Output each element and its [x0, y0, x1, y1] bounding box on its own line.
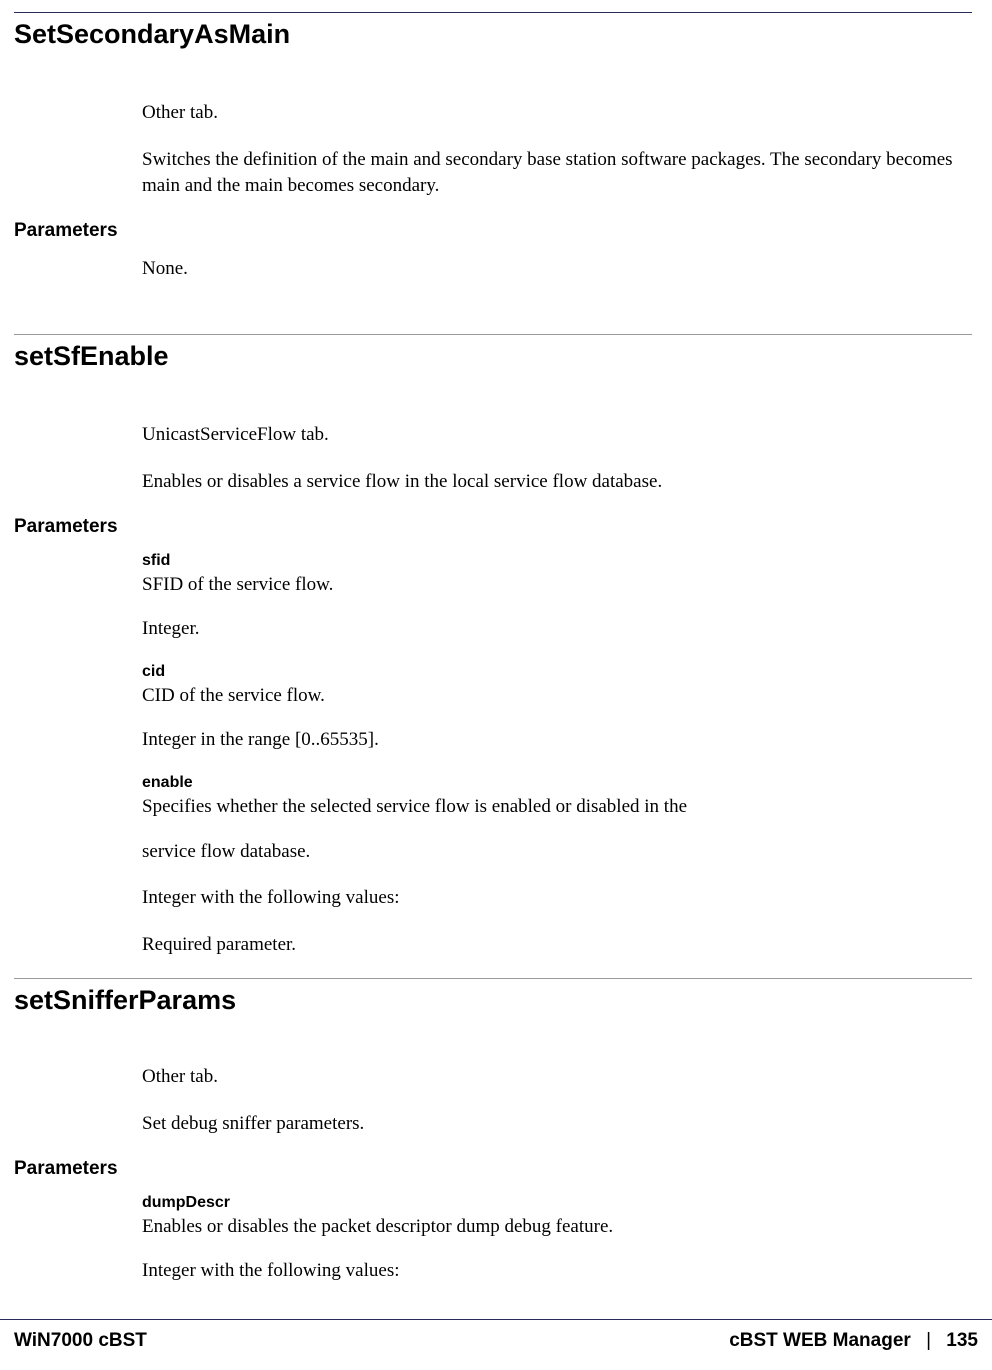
section-title-setsnifferparams: setSnifferParams: [14, 978, 972, 1016]
section-title-setsecondaryasmain: SetSecondaryAsMain: [14, 12, 972, 50]
body-text: Integer in the range [0..65535].: [142, 727, 972, 754]
body-text: Enables or disables the packet descripto…: [142, 1214, 972, 1241]
body-text: Required parameter.: [142, 932, 972, 959]
parameters-heading: Parameters: [14, 516, 972, 538]
body-text: UnicastServiceFlow tab.: [142, 422, 972, 449]
footer-right: cBST WEB Manager | 135: [729, 1330, 978, 1352]
parameters-heading: Parameters: [14, 1158, 972, 1180]
section-title-setsfenable: setSfEnable: [14, 334, 972, 372]
body-text: None.: [142, 256, 972, 283]
footer-page-number: 135: [946, 1330, 978, 1351]
parameters-heading: Parameters: [14, 220, 972, 242]
body-text: Integer with the following values:: [142, 885, 972, 912]
footer-product-name: WiN7000 cBST: [14, 1330, 147, 1352]
param-name-sfid: sfid: [142, 552, 972, 570]
body-text: CID of the service flow.: [142, 683, 972, 710]
footer-separator: |: [926, 1330, 931, 1351]
param-name-enable: enable: [142, 774, 972, 792]
body-text: Other tab.: [142, 1064, 972, 1091]
body-text: Switches the definition of the main and …: [142, 147, 972, 200]
body-text: Integer with the following values:: [142, 1258, 972, 1285]
body-text: service flow database.: [142, 839, 972, 866]
body-text: Set debug sniffer parameters.: [142, 1111, 972, 1138]
body-text: SFID of the service flow.: [142, 572, 972, 599]
page-content: SetSecondaryAsMain Other tab. Switches t…: [0, 0, 992, 1285]
body-text: Enables or disables a service flow in th…: [142, 469, 972, 496]
param-name-cid: cid: [142, 663, 972, 681]
page-footer: WiN7000 cBST cBST WEB Manager | 135: [0, 1319, 992, 1370]
footer-section-name: cBST WEB Manager: [729, 1330, 911, 1351]
param-name-dumpdescr: dumpDescr: [142, 1194, 972, 1212]
body-text: Specifies whether the selected service f…: [142, 794, 972, 821]
body-text: Integer.: [142, 616, 972, 643]
body-text: Other tab.: [142, 100, 972, 127]
